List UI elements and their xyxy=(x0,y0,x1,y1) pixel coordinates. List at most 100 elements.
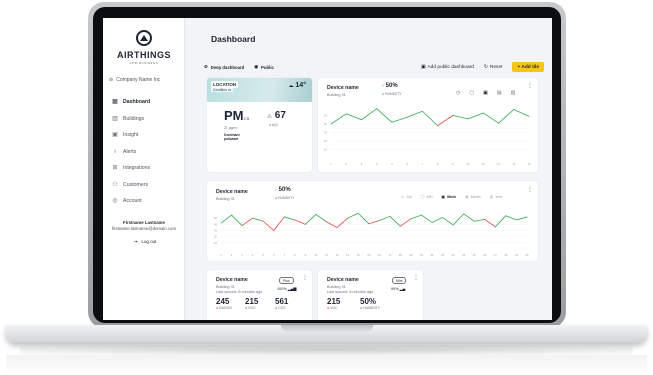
x-tick-label: 5 xyxy=(391,162,393,166)
x-tick-label: 4 xyxy=(376,162,378,166)
sidebar-item-customers[interactable]: ⚇ Customers xyxy=(109,177,181,194)
humidity-value: ◊ 50% xyxy=(275,187,291,193)
last-synced: Last synced: 8 minutes ago xyxy=(327,290,374,294)
series-segment xyxy=(494,215,507,228)
tile-menu-icon[interactable]: ⋮ xyxy=(413,274,419,281)
x-tick-label: 8 xyxy=(437,162,439,166)
voc-status-dot: ● xyxy=(245,306,248,310)
tile-menu-icon[interactable]: ⋮ xyxy=(302,274,308,281)
calendar-week-icon[interactable]: ▣ xyxy=(483,90,488,96)
company-selector[interactable]: ⊘ Company Name Inc xyxy=(109,74,179,86)
sidebar-item-alerts[interactable]: ♁ Alerts xyxy=(109,144,181,161)
voc-value: 215 xyxy=(245,297,259,306)
series-segment xyxy=(273,216,285,231)
sensor-tile-1[interactable]: Device name Building 01 Last synced: 8 m… xyxy=(207,270,312,320)
x-tick-label: 7 xyxy=(422,162,424,166)
x-tick-label: 14 xyxy=(528,162,531,166)
sidebar-item-integrations[interactable]: ⊞ Integrations xyxy=(109,160,181,177)
sidebar-item-label: Account xyxy=(123,198,142,205)
calendar-year-icon[interactable]: ▥ xyxy=(511,90,516,96)
humidity-number: 50% xyxy=(278,187,291,193)
deep-dashboard-toggle[interactable]: ⊘ Deep dashboard xyxy=(204,64,244,70)
series-segment xyxy=(283,216,296,221)
series-segment xyxy=(463,213,475,222)
sidebar-item-dashboard[interactable]: ▦ Dashboard xyxy=(109,94,181,111)
voc-label-text: VOC xyxy=(330,306,338,310)
x-tick-label: 17 xyxy=(388,253,391,257)
logout-button[interactable]: ⇥ Log out xyxy=(125,237,165,246)
radon-status-dot: ● xyxy=(216,306,219,310)
calendar-month-icon[interactable]: ▤ xyxy=(497,90,502,96)
tile-menu-icon[interactable]: ⋮ xyxy=(527,186,533,193)
series-segment xyxy=(452,115,469,120)
x-tick-label: 9 xyxy=(452,162,454,166)
add-public-dashboard-button[interactable]: ▣ Add public dashboard xyxy=(421,65,474,70)
laptop-base xyxy=(6,325,647,343)
humidity-label: ● HUMIDITY xyxy=(360,306,380,310)
dominant-pollutant: Dominant pollutant xyxy=(224,133,240,141)
brand-subtitle: FOR BUSINESS xyxy=(129,61,159,65)
series-segment xyxy=(467,112,484,120)
battery-status: 100% ▂▄▆ xyxy=(277,286,296,291)
sidebar-item-buildings[interactable]: ▥ Buildings xyxy=(109,111,181,128)
tile-menu-icon[interactable]: ⋮ xyxy=(527,82,533,89)
time-range-selector: ◷ 12h ▢ 48h ▣ Week ▤ Month ▥ Year xyxy=(401,195,502,199)
location-label: LOCATION xyxy=(211,81,239,88)
series-segment xyxy=(345,113,362,121)
account-icon: ◎ xyxy=(112,198,118,205)
public-label: Public xyxy=(261,64,274,70)
device-building: Building 01 xyxy=(327,285,346,289)
device-name: Device name xyxy=(216,277,248,283)
series-segment xyxy=(252,217,264,222)
x-tick-label: 24 xyxy=(462,253,465,257)
x-tick-label: 12 xyxy=(497,162,500,166)
sidebar: AIRTHINGS FOR BUSINESS ⊘ Company Name In… xyxy=(103,18,185,320)
x-tick-label: 14 xyxy=(357,253,360,257)
sidebar-item-insight[interactable]: ▣ Insight xyxy=(109,127,181,144)
humidity-status-dot: ● xyxy=(382,92,385,96)
calendar-day-icon[interactable]: ▢ xyxy=(469,90,474,96)
series-segment xyxy=(498,109,515,124)
dashboard-icon: ▦ xyxy=(112,99,118,106)
logout-label: Log out xyxy=(141,239,157,244)
device-building: Building 01 xyxy=(216,197,235,201)
range-48h-label: 48h xyxy=(426,195,433,199)
location-condition: Condition xx xyxy=(211,88,234,92)
range-year[interactable]: ▥ Year xyxy=(490,195,503,199)
device-chart-tile-2[interactable]: Device name Building 01 ◊ 50% ● HUMIDITY… xyxy=(207,181,538,261)
location-tile[interactable]: LOCATION Condition xx ☁ 14° PM2.5 21 μg/… xyxy=(207,78,312,172)
clock-icon[interactable]: ◷ xyxy=(456,90,460,96)
x-tick-label: 9 xyxy=(305,253,307,257)
alerts-icon: ♁ xyxy=(112,148,118,155)
droplet-icon: ◊ xyxy=(382,83,384,88)
app-screen: AIRTHINGS FOR BUSINESS ⊘ Company Name In… xyxy=(103,18,552,320)
brand-name: AIRTHINGS xyxy=(117,50,171,60)
x-tick-label: 5 xyxy=(262,253,264,257)
reset-button[interactable]: ↻ Reset xyxy=(484,65,503,70)
airthings-logo-icon[interactable] xyxy=(136,30,152,46)
range-48h[interactable]: ▢ 48h xyxy=(421,195,432,199)
sidebar-item-account[interactable]: ◎ Account xyxy=(109,193,181,210)
x-tick-label: 15 xyxy=(367,253,370,257)
series-segment xyxy=(452,213,465,226)
range-month[interactable]: ▤ Month xyxy=(465,195,480,199)
sidebar-item-label: Alerts xyxy=(123,148,137,155)
y-tick-label: 50 xyxy=(324,114,327,118)
add-tile-button[interactable]: + Add tile xyxy=(512,62,544,72)
chart-1: 10203040501 2 3 4 5 6 7 8 9 10 11 12 13 14 xyxy=(324,108,531,166)
x-tick-label: 27 xyxy=(494,253,497,257)
device-chart-tile-1[interactable]: Device name Building 01 ◊ 50% ● HUMIDITY… xyxy=(318,78,538,172)
x-tick-label: 2 xyxy=(231,253,233,257)
buildings-icon: ▥ xyxy=(112,115,118,122)
sensor-tile-2[interactable]: Device name Building 01 Last synced: 8 m… xyxy=(318,270,423,320)
add-public-label: Add public dashboard xyxy=(427,64,474,70)
pm-label: PM2.5 xyxy=(224,108,249,123)
range-12h[interactable]: ◷ 12h xyxy=(401,195,412,199)
sidebar-item-label: Integrations xyxy=(123,165,151,172)
x-tick-label: 20 xyxy=(420,253,423,257)
range-week[interactable]: ▣ Week xyxy=(442,195,457,199)
voc-value: 215 xyxy=(327,297,341,306)
series-segment xyxy=(482,112,499,124)
public-toggle[interactable]: ◉ Public xyxy=(254,64,274,70)
aqi-label: ● AQI xyxy=(269,123,278,127)
